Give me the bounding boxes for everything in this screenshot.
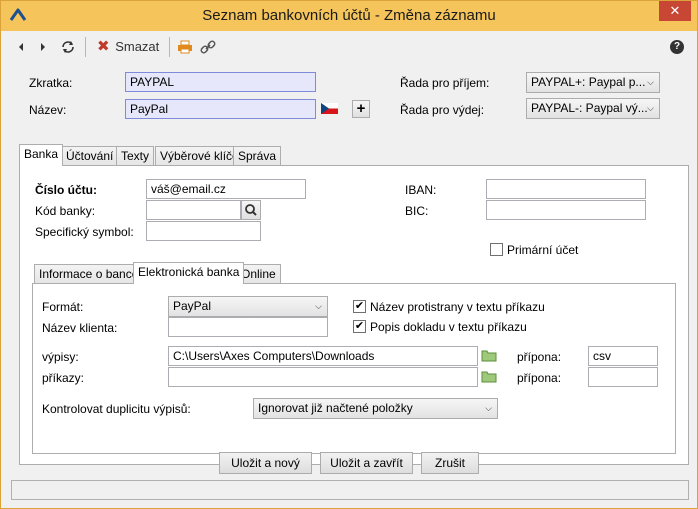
nazev-klienta-input[interactable]: [168, 317, 328, 337]
window: Seznam bankovních účtů - Změna záznamu ✕…: [0, 0, 698, 509]
rada-prijem-select[interactable]: PAYPAL+: Paypal p... ⌵: [526, 72, 660, 93]
refresh-icon[interactable]: [61, 38, 75, 56]
rada-prijem-value: PAYPAL+: Paypal p...: [531, 75, 646, 89]
chevron-down-icon: ⌵: [647, 103, 654, 113]
primarni-ucet-label: Primární účet: [507, 243, 579, 257]
chevron-down-icon: ⌵: [647, 77, 654, 87]
toolbar-separator: [85, 37, 86, 57]
rada-vydej-select[interactable]: PAYPAL-: Paypal vý... ⌵: [526, 98, 660, 119]
tab-panel-banka: Číslo účtu: váš@email.cz Kód banky: Spec…: [19, 165, 689, 465]
duplicita-select[interactable]: Ignorovat již načtené položky ⌵: [253, 398, 498, 419]
print-icon[interactable]: [177, 38, 193, 56]
pripona-label: přípona:: [517, 350, 562, 364]
vypisy-input[interactable]: C:\Users\Axes Computers\Downloads: [168, 346, 478, 366]
toolbar: ✖ Smazat ?: [7, 31, 693, 63]
protistrana-checkbox[interactable]: ✔: [353, 300, 366, 313]
tab-sprava[interactable]: Správa: [233, 146, 282, 166]
prikazy-pripona-input[interactable]: [588, 367, 658, 387]
format-value: PayPal: [173, 299, 212, 313]
search-icon: [245, 204, 257, 216]
specificky-symbol-input[interactable]: [146, 221, 261, 241]
prikazy-input[interactable]: [168, 367, 478, 387]
subtab-panel-elektronicka-banka: Formát: PayPal ⌵ Název klienta: ✔ Název …: [32, 283, 676, 454]
tab-vyberove-klice[interactable]: Výběrové klíče: [155, 146, 244, 166]
toolbar-separator: [169, 37, 170, 57]
save-close-button[interactable]: Uložit a zavřít: [320, 452, 413, 474]
nazev-klienta-label: Název klienta:: [42, 321, 118, 335]
search-button[interactable]: [241, 200, 261, 220]
window-title: Seznam bankovních účtů - Změna záznamu: [202, 7, 496, 24]
nazev-input[interactable]: PayPal: [125, 99, 316, 119]
protistrana-label: Název protistrany v textu příkazu: [370, 300, 545, 314]
tab-texty[interactable]: Texty: [116, 146, 155, 166]
primarni-ucet-checkbox[interactable]: [490, 243, 503, 256]
add-icon[interactable]: +: [352, 100, 370, 118]
subtab-informace-o-bance[interactable]: Informace o bance: [34, 264, 144, 284]
format-label: Formát:: [42, 300, 84, 314]
duplicita-label: Kontrolovat duplicitu výpisů:: [42, 402, 191, 416]
chevron-down-icon: ⌵: [485, 403, 492, 413]
rada-vydej-value: PAYPAL-: Paypal vý...: [531, 101, 648, 115]
tab-banka[interactable]: Banka: [19, 144, 64, 166]
sub-tabs: Informace o bance Elektronická banka Onl…: [34, 262, 674, 284]
pripona-label: přípona:: [517, 371, 562, 385]
cislo-uctu-label: Číslo účtu:: [35, 183, 97, 197]
specificky-symbol-label: Specifický symbol:: [35, 225, 134, 239]
folder-icon[interactable]: [481, 369, 497, 383]
duplicita-value: Ignorovat již načtené položky: [258, 401, 413, 415]
kod-banky-label: Kód banky:: [35, 204, 96, 218]
czech-flag-icon[interactable]: [321, 103, 338, 114]
delete-label: Smazat: [115, 39, 160, 54]
back-icon[interactable]: [17, 38, 25, 56]
client-area: ✖ Smazat ? Zkratka: PAYPAL Název: PayPal…: [7, 31, 693, 504]
popis-dokladu-label: Popis dokladu v textu příkazu: [370, 320, 527, 334]
folder-icon[interactable]: [481, 348, 497, 362]
delete-button[interactable]: ✖ Smazat: [97, 38, 159, 56]
link-icon[interactable]: [200, 38, 216, 56]
title-bar[interactable]: Seznam bankovních účtů - Změna záznamu ✕: [1, 1, 697, 31]
zkratka-input[interactable]: PAYPAL: [125, 72, 316, 92]
help-icon[interactable]: ?: [670, 40, 684, 54]
chevron-down-icon: ⌵: [315, 301, 322, 311]
format-select[interactable]: PayPal ⌵: [168, 296, 328, 317]
iban-label: IBAN:: [405, 183, 437, 197]
subtab-elektronicka-banka[interactable]: Elektronická banka: [133, 262, 245, 284]
status-bar: [11, 480, 689, 500]
bic-label: BIC:: [405, 204, 429, 218]
main-tabs: Banka Účtování Texty Výběrové klíče Sprá…: [19, 144, 689, 166]
popis-dokladu-checkbox[interactable]: ✔: [353, 320, 366, 333]
rada-vydej-label: Řada pro výdej:: [400, 103, 485, 117]
rada-prijem-label: Řada pro příjem:: [400, 76, 490, 90]
kod-banky-input[interactable]: [146, 200, 241, 220]
save-new-button[interactable]: Uložit a nový: [219, 452, 312, 474]
cancel-button[interactable]: Zrušit: [421, 452, 479, 474]
cislo-uctu-input[interactable]: váš@email.cz: [146, 179, 306, 199]
vypisy-label: výpisy:: [42, 350, 79, 364]
nazev-label: Název:: [29, 103, 67, 117]
vypisy-pripona-input[interactable]: csv: [588, 346, 658, 366]
delete-icon: ✖: [97, 38, 110, 55]
forward-icon[interactable]: [39, 38, 47, 56]
zkratka-label: Zkratka:: [29, 76, 73, 90]
tab-uctovani[interactable]: Účtování: [61, 146, 119, 166]
iban-input[interactable]: [486, 179, 646, 199]
bic-input[interactable]: [486, 200, 646, 220]
prikazy-label: příkazy:: [42, 371, 85, 385]
close-button[interactable]: ✕: [659, 1, 691, 21]
